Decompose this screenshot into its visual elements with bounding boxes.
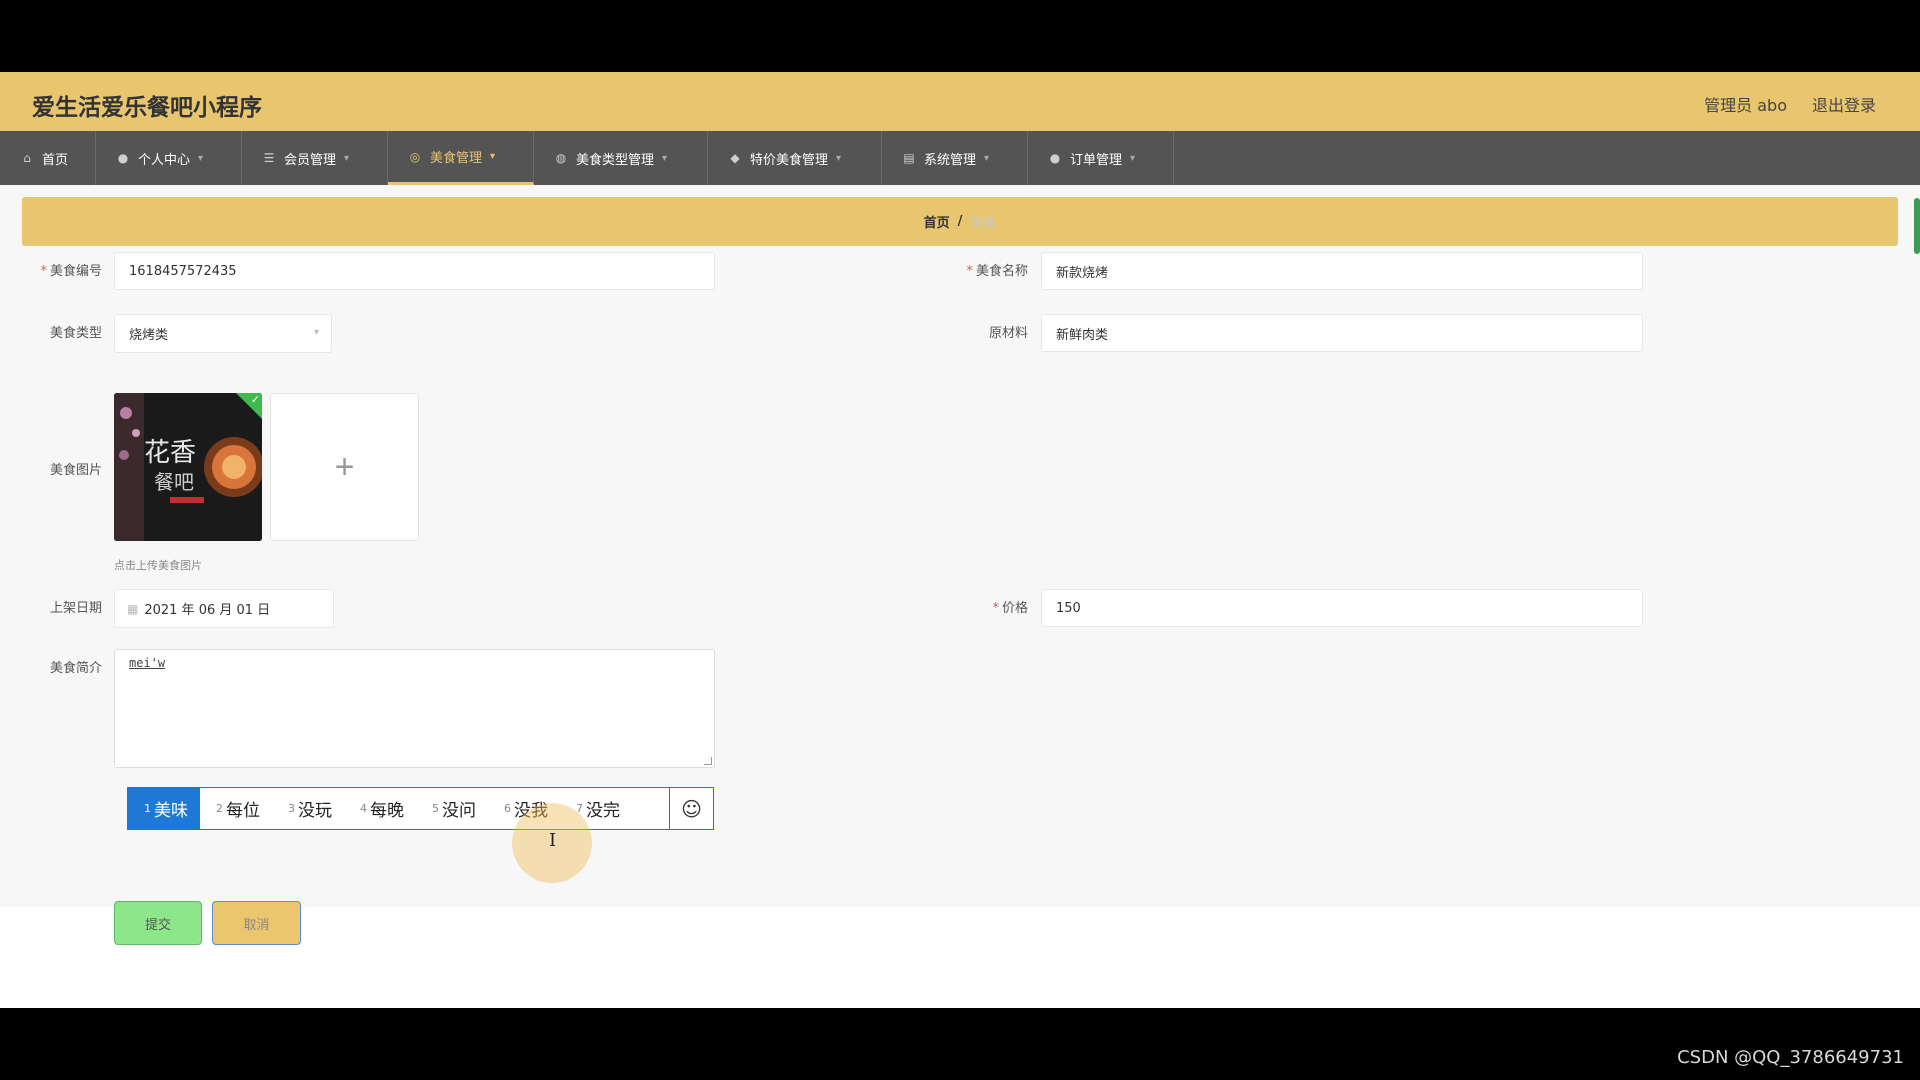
app-title: 爱生活爱乐餐吧小程序 <box>32 95 262 121</box>
shelf-date-picker[interactable]: ▦ 2021 年 06 月 01 日 <box>114 589 334 628</box>
plus-icon: + <box>334 447 355 486</box>
ime-composition-text: mei'w <box>129 656 166 670</box>
ime-candidate[interactable]: 5 没问 <box>416 788 488 829</box>
intro-textarea[interactable]: mei'w <box>114 649 715 768</box>
admin-user-label: 管理员 abo <box>1704 96 1787 115</box>
shelf-date-label: 上架日期 <box>49 601 102 616</box>
globe-icon: ◍ <box>555 151 567 165</box>
chevron-down-icon: ▾ <box>313 327 319 338</box>
chevron-down-icon: ▾ <box>490 151 496 162</box>
food-image-label: 美食图片 <box>49 463 102 478</box>
main-nav: ⌂ 首页 ● 个人中心 ▾ ☰ 会员管理 ▾ ◎ 美食管理 ▾ ◍ 美食类型管理… <box>0 131 1920 185</box>
text-cursor-icon: I <box>549 830 557 851</box>
nav-item-home[interactable]: ⌂ 首页 <box>0 131 96 185</box>
food-name-input[interactable]: 新款烧烤 <box>1041 252 1643 290</box>
svg-text:餐吧: 餐吧 <box>154 470 194 494</box>
logout-link[interactable]: 退出登录 <box>1812 92 1876 116</box>
ime-candidate[interactable]: 4 每晚 <box>344 788 416 829</box>
nav-item-label: 系统管理 <box>924 152 977 168</box>
nav-item-system-management[interactable]: ▤ 系统管理 ▾ <box>882 131 1028 185</box>
nav-item-label: 特价美食管理 <box>750 152 829 168</box>
required-mark: * <box>992 601 999 616</box>
food-type-label: 美食类型 <box>49 326 102 341</box>
check-icon: ✓ <box>250 394 260 406</box>
app-window: 爱生活爱乐餐吧小程序 管理员 abo 退出登录 ⌂ 首页 ● 个人中心 ▾ ☰ … <box>0 72 1920 1008</box>
upload-hint: 点击上传美食图片 <box>114 559 202 572</box>
user-icon: ● <box>1049 151 1061 165</box>
watermark: CSDN @QQ_3786649731 <box>1677 1047 1904 1068</box>
breadcrumb: 首页 / 美食 <box>22 197 1898 246</box>
svg-text:花香: 花香 <box>144 438 196 468</box>
nav-item-label: 订单管理 <box>1070 152 1123 168</box>
ime-candidate[interactable]: 2 每位 <box>200 788 272 829</box>
food-name-label: * 美食名称 <box>966 264 1028 279</box>
ime-candidate-bar: 1 美味 2 每位 3 没玩 4 每晚 5 没问 6 没我 7 没完 ☺ <box>127 787 714 830</box>
nav-item-label: 首页 <box>42 152 69 168</box>
food-no-label: * 美食编号 <box>40 264 102 279</box>
required-mark: * <box>40 264 47 279</box>
nav-item-member-management[interactable]: ☰ 会员管理 ▾ <box>242 131 388 185</box>
chevron-down-icon: ▾ <box>198 152 204 164</box>
ime-candidate[interactable]: 1 美味 <box>128 788 200 829</box>
nav-item-label: 会员管理 <box>284 152 337 168</box>
shelf-date-value: 2021 年 06 月 01 日 <box>144 603 271 618</box>
nav-item-label: 个人中心 <box>138 152 191 168</box>
food-image-thumbnail[interactable]: 花香 餐吧 ✓ <box>114 393 262 541</box>
nav-item-order-management[interactable]: ● 订单管理 ▾ <box>1028 131 1174 185</box>
breadcrumb-separator: / <box>957 214 963 229</box>
food-no-input[interactable]: 1618457572435 <box>114 252 715 290</box>
nav-item-food-management[interactable]: ◎ 美食管理 ▾ <box>388 131 534 185</box>
nav-item-label: 美食管理 <box>430 151 483 166</box>
breadcrumb-current: 美食 <box>970 216 997 231</box>
food-type-select[interactable]: 烧烤类 ▾ <box>114 314 332 353</box>
chevron-down-icon: ▾ <box>984 152 990 164</box>
chevron-down-icon: ▾ <box>1130 152 1136 164</box>
chevron-down-icon: ▾ <box>662 152 668 164</box>
smiley-icon[interactable]: ☺ <box>669 788 713 829</box>
cancel-button[interactable]: 取消 <box>212 901 301 945</box>
settings-icon: ▤ <box>903 151 915 165</box>
nav-item-label: 美食类型管理 <box>576 152 655 168</box>
chevron-down-icon: ▾ <box>836 152 842 164</box>
chevron-down-icon: ▾ <box>344 152 350 164</box>
ime-candidate[interactable]: 3 没玩 <box>272 788 344 829</box>
nav-item-food-type-management[interactable]: ◍ 美食类型管理 ▾ <box>534 131 708 185</box>
calendar-icon: ▦ <box>127 601 139 616</box>
nav-item-special-food-management[interactable]: ◆ 特价美食管理 ▾ <box>708 131 882 185</box>
price-label: * 价格 <box>992 601 1028 616</box>
user-icon: ● <box>117 151 129 165</box>
breadcrumb-home[interactable]: 首页 <box>924 212 950 231</box>
ingredients-input[interactable]: 新鲜肉类 <box>1041 314 1643 352</box>
image-upload-button[interactable]: + <box>270 393 419 541</box>
price-input[interactable]: 150 <box>1041 589 1643 627</box>
compass-icon: ◎ <box>409 149 421 164</box>
top-header: 爱生活爱乐餐吧小程序 管理员 abo 退出登录 <box>0 72 1920 131</box>
resize-handle[interactable] <box>704 757 712 765</box>
intro-label: 美食简介 <box>49 661 102 676</box>
scrollbar-thumb[interactable] <box>1914 198 1920 254</box>
food-type-value: 烧烤类 <box>129 328 169 343</box>
tag-icon: ◆ <box>730 151 740 165</box>
nav-item-personal-center[interactable]: ● 个人中心 ▾ <box>96 131 242 185</box>
ingredients-label: 原材料 <box>988 326 1028 341</box>
required-mark: * <box>966 264 973 279</box>
submit-button[interactable]: 提交 <box>114 901 202 945</box>
home-icon: ⌂ <box>23 151 31 165</box>
list-icon: ☰ <box>263 151 275 165</box>
